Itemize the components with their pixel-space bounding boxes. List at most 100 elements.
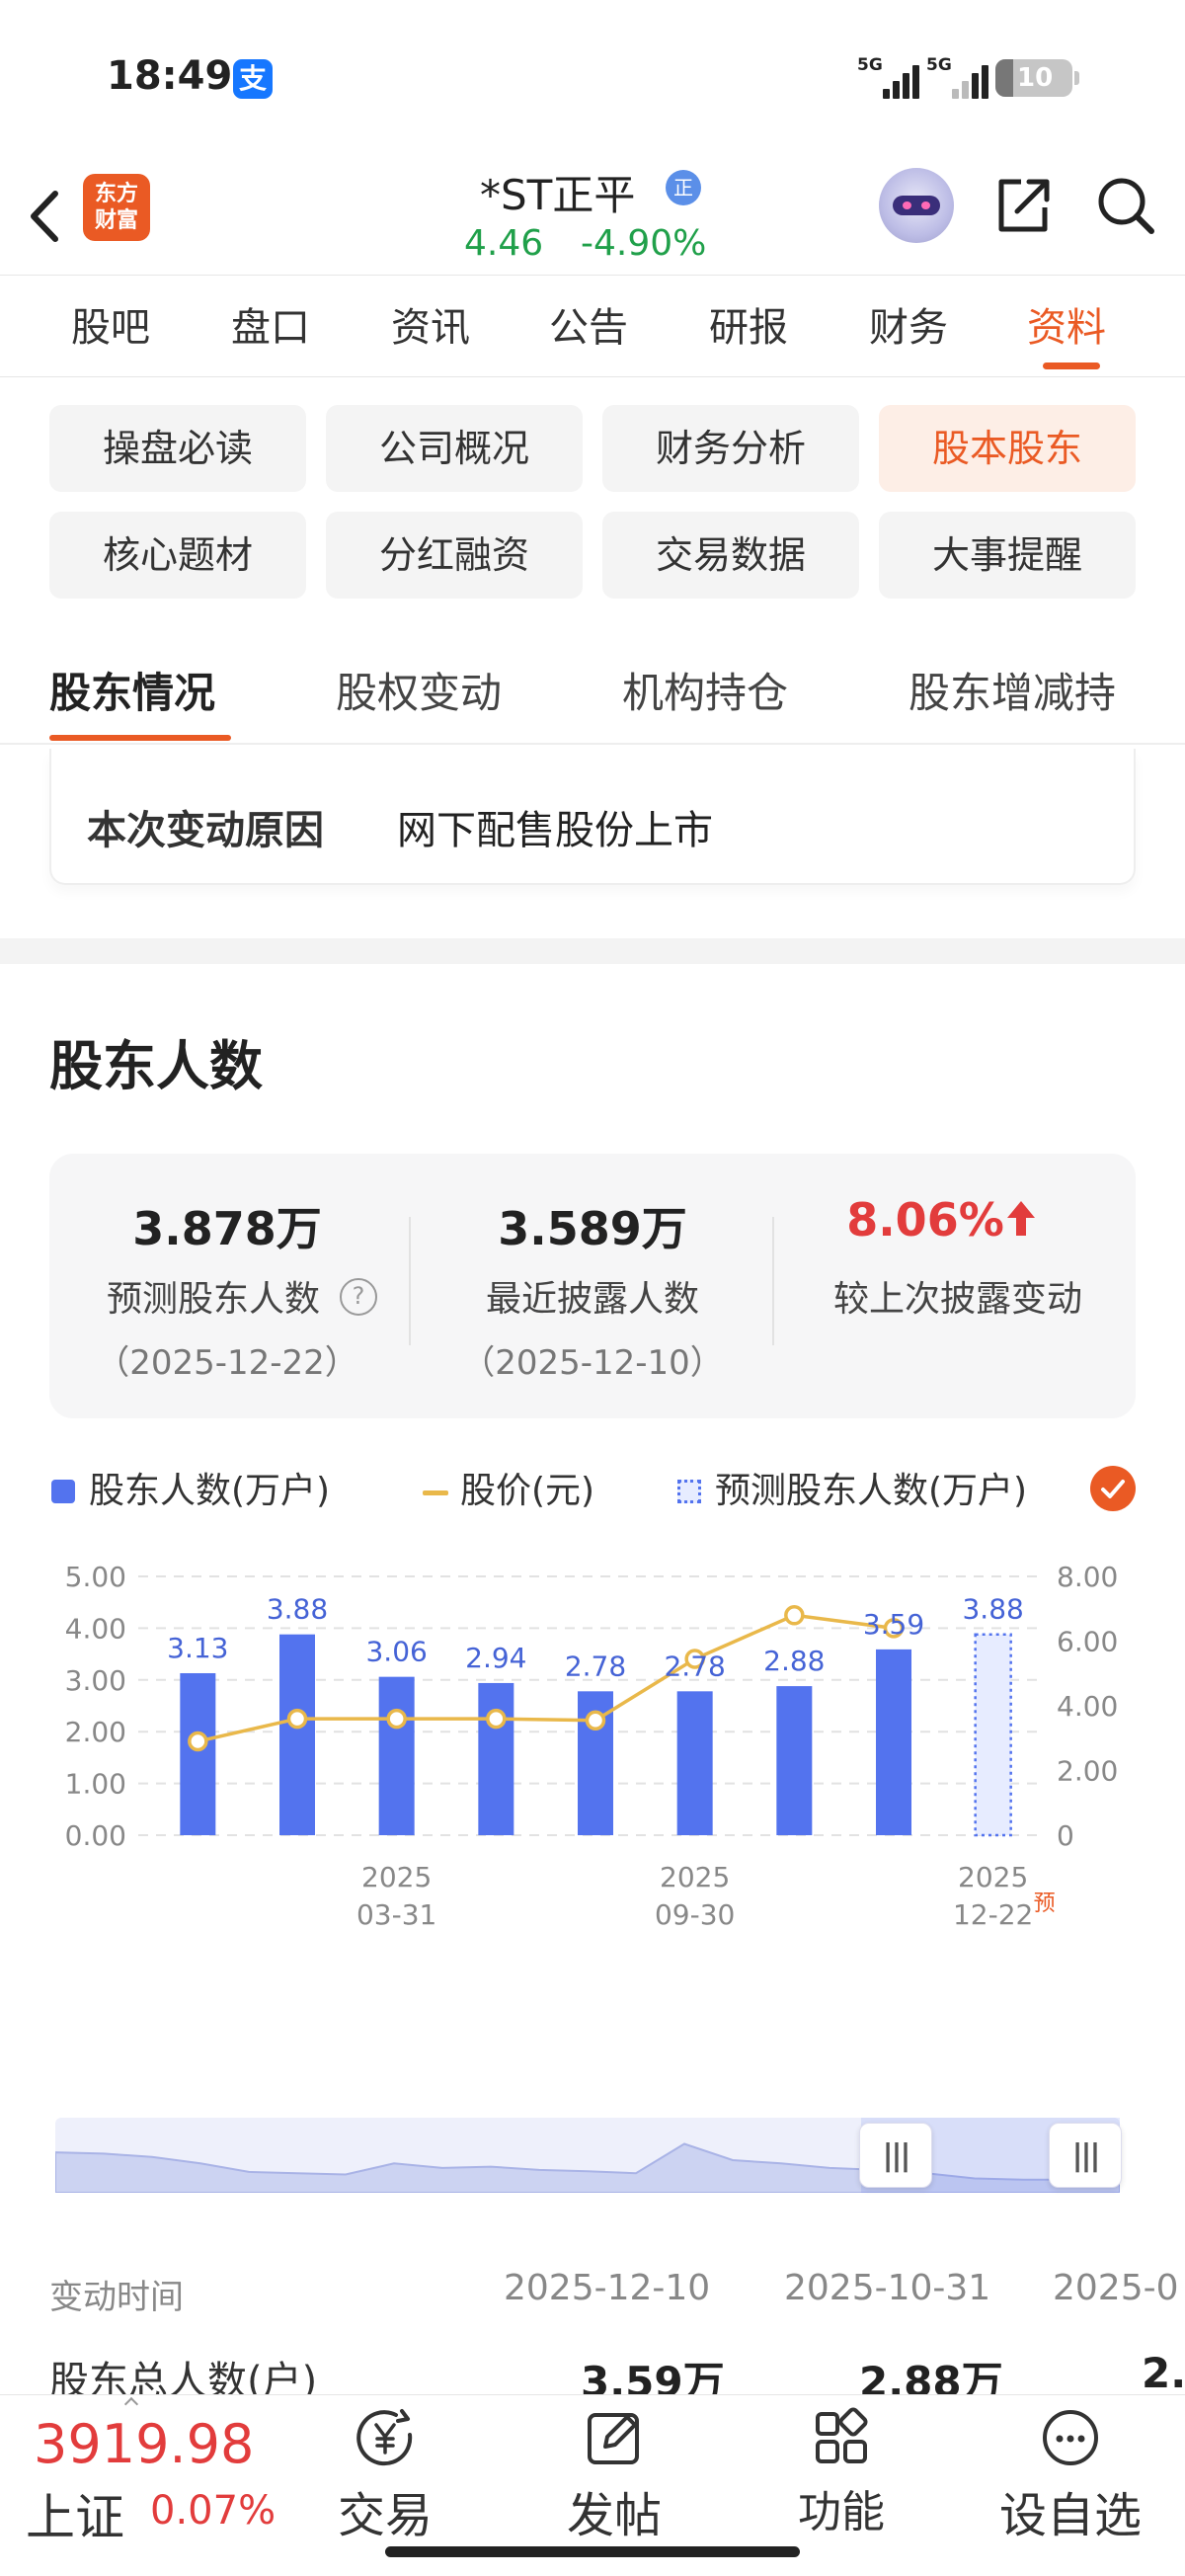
zoom-handle-left[interactable]: ||| [859, 2123, 932, 2188]
back-arrow-icon [31, 191, 58, 242]
right-axis-tick: 0 [1057, 1819, 1074, 1852]
share-button[interactable] [991, 174, 1055, 237]
subtab-shareholder-status[interactable]: 股东情况 [49, 660, 215, 720]
chart-legend: 股东人数(万户) 股价(元) 预测股东人数(万户) [49, 1462, 1136, 1521]
features-button[interactable]: 功能 [762, 2405, 920, 2553]
alipay-icon: 支 [233, 59, 273, 99]
bar [876, 1649, 911, 1835]
tab-guba[interactable]: 股吧 [71, 295, 150, 353]
bar [776, 1686, 813, 1835]
grid-company-overview[interactable]: 公司概况 [326, 405, 583, 492]
price-point [386, 1708, 407, 1730]
app-logo[interactable]: 东方 财富 [83, 174, 150, 241]
tab-research[interactable]: 研报 [709, 295, 788, 353]
subtab-indicator [49, 735, 231, 741]
back-button[interactable] [22, 182, 71, 251]
stat-forecast-label: 预测股东人数 [106, 1279, 320, 1320]
trade-button[interactable]: 交易 [306, 2405, 464, 2553]
check-icon [1101, 1480, 1125, 1498]
subtab-equity-change[interactable]: 股权变动 [336, 660, 502, 720]
main-nav: 股吧 盘口 资讯 公告 研报 财务 资料 [0, 275, 1185, 377]
legend-line-swatch [423, 1490, 448, 1495]
add-watchlist-label: 设自选 [998, 2488, 1142, 2543]
stock-price: 4.46 [464, 223, 544, 264]
subtab-institutional[interactable]: 机构持仓 [622, 660, 788, 720]
bar [478, 1682, 514, 1835]
shareholder-stats-card: 3.878万 预测股东人数 ? （2025-12-22） 3.589万 最近披露… [49, 1154, 1136, 1418]
bar [378, 1676, 415, 1835]
add-watchlist-button[interactable]: 设自选 [991, 2405, 1149, 2553]
ai-assistant-avatar[interactable] [879, 168, 954, 243]
left-axis-tick: 4.00 [65, 1612, 126, 1645]
section-divider [0, 938, 1185, 964]
detail-cell: 2. [1142, 2349, 1185, 2397]
index-name[interactable]: 上证 [26, 2478, 124, 2549]
left-axis-tick: 0.00 [65, 1819, 126, 1852]
search-button[interactable] [1094, 174, 1157, 237]
stock-change: -4.90% [581, 223, 707, 264]
stat-latest-value: 3.589万 [498, 1202, 687, 1255]
grid-financial-analysis[interactable]: 财务分析 [602, 405, 859, 492]
grid-trading-data[interactable]: 交易数据 [602, 512, 859, 599]
tab-pankou[interactable]: 盘口 [231, 295, 310, 353]
logo-text: 财富 [94, 208, 138, 233]
detail-header-label: 变动时间 [49, 2278, 184, 2317]
stock-name[interactable]: *ST正平 [480, 162, 635, 222]
tab-finance[interactable]: 财务 [869, 295, 948, 353]
stock-badge: 正 [666, 170, 701, 205]
tab-profile[interactable]: 资料 [1027, 295, 1106, 353]
change-reason-label: 本次变动原因 [87, 808, 324, 853]
stat-change-text: 8.06% [846, 1193, 1004, 1247]
x-tick-date: 03-31 [356, 1898, 436, 1931]
change-reason-value: 网下配售股份上市 [397, 808, 713, 853]
share-icon [998, 179, 1050, 232]
left-axis-tick: 1.00 [65, 1768, 126, 1801]
stat-change-label: 较上次披露变动 [832, 1279, 1082, 1320]
grid-trading-guide[interactable]: 操盘必读 [49, 405, 306, 492]
right-axis-tick: 4.00 [1057, 1690, 1118, 1723]
section-title: 股东人数 [49, 1035, 263, 1097]
trade-label: 交易 [337, 2488, 433, 2543]
left-axis-tick: 3.00 [65, 1664, 126, 1697]
subtab-holding-changes[interactable]: 股东增减持 [908, 660, 1116, 720]
battery-icon: 10 [995, 59, 1079, 97]
battery-level: 10 [1017, 63, 1054, 93]
more-dots-icon [1043, 2410, 1098, 2465]
left-axis-tick: 2.00 [65, 1716, 126, 1748]
x-tick-year: 2025 [958, 1861, 1028, 1893]
grid-dividends[interactable]: 分红融资 [326, 512, 583, 599]
signal-icon: 5G [926, 55, 995, 99]
legend-forecast-label[interactable]: 预测股东人数(万户) [715, 1462, 1027, 1513]
forecast-marker: 预 [1034, 1892, 1056, 1916]
change-reason-card: 本次变动原因 网下配售股份上市 [49, 749, 1136, 885]
help-icon[interactable]: ? [340, 1278, 377, 1316]
bar-data-label: 2.78 [664, 1650, 725, 1682]
home-indicator [385, 2546, 800, 2557]
yen-circle-icon [356, 2409, 413, 2466]
chart-zoom-slider[interactable]: ||| ||| [55, 2118, 1122, 2193]
right-axis-tick: 2.00 [1057, 1755, 1118, 1788]
grid-shareholders[interactable]: 股本股东 [879, 405, 1136, 492]
forecast-toggle-button[interactable] [1090, 1466, 1136, 1511]
tab-news[interactable]: 资讯 [391, 295, 470, 353]
detail-date: 2025-12-10 [504, 2268, 711, 2308]
grid-core-themes[interactable]: 核心题材 [49, 512, 306, 599]
index-value[interactable]: 3919.98 [34, 2413, 254, 2475]
grid-events[interactable]: 大事提醒 [879, 512, 1136, 599]
bar-data-label: 3.13 [167, 1632, 228, 1664]
bar-data-label: 3.59 [863, 1608, 924, 1641]
legend-line-label[interactable]: 股价(元) [460, 1462, 594, 1513]
signal-5g-label: 5G [857, 55, 883, 75]
tab-announcements[interactable]: 公告 [549, 295, 628, 353]
legend-bar-label[interactable]: 股东人数(万户) [89, 1462, 330, 1513]
zoom-handle-right[interactable]: ||| [1049, 2123, 1122, 2188]
forecast-bar [974, 1633, 1012, 1837]
status-bar: 18:49 支 5G 5G 10 [0, 0, 1185, 158]
stat-latest-date: （2025-12-10） [461, 1343, 724, 1383]
index-change: 0.07% [150, 2488, 276, 2534]
price-point [585, 1710, 606, 1731]
stat-latest-label: 最近披露人数 [485, 1279, 699, 1320]
price-point [188, 1731, 208, 1752]
status-time: 18:49 [107, 53, 233, 99]
post-button[interactable]: 发帖 [535, 2405, 693, 2553]
